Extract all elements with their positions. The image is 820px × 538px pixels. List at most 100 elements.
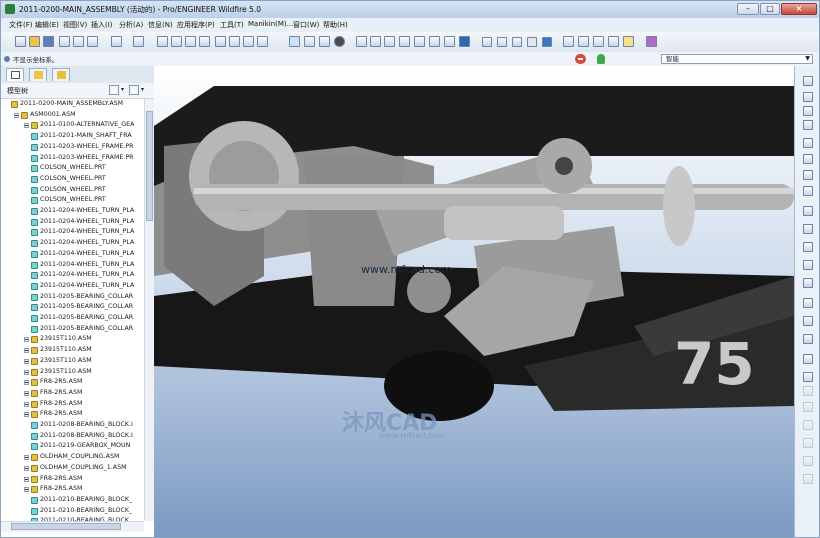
datum-points-icon[interactable] [593,36,604,47]
tree-item-assembly[interactable]: FR8-2RS.ASM [1,399,141,410]
expand-icon[interactable] [24,465,29,471]
tree-item-part[interactable]: 2011-0210-BEARING_BLOCK_ [1,506,141,517]
scrollbar-thumb[interactable] [11,523,121,530]
view-manager-icon[interactable] [459,36,470,47]
draft-icon[interactable] [803,334,813,344]
menu-info[interactable]: 信息(N) [148,20,173,30]
chevron-down-icon[interactable]: ▾ [141,86,144,93]
enhanced-realism-icon[interactable] [542,37,552,47]
spin-center-icon[interactable] [304,36,315,47]
menu-applications[interactable]: 应用程序(P) [177,20,215,30]
context-help-icon[interactable] [646,36,657,47]
tree-item-part[interactable]: 2011-0203-WHEEL_FRAME.PR [1,153,141,164]
wireframe-icon[interactable] [482,37,492,47]
tree-item-assembly[interactable]: 2011-0200-MAIN_ASSEMBLY.ASM [1,99,141,110]
tree-item-assembly[interactable]: FR8-2RS.ASM [1,388,141,399]
expand-icon[interactable] [24,348,29,354]
expand-icon[interactable] [24,369,29,375]
minimize-button[interactable]: – [737,3,759,15]
hidden-line-icon[interactable] [497,37,507,47]
menu-insert[interactable]: 插入(I) [91,20,113,30]
tree-item-part[interactable]: 2011-0204-WHEEL_TURN_PLA [1,260,141,271]
trim-icon[interactable] [803,386,813,396]
tree-item-part[interactable]: 2011-0204-WHEEL_TURN_PLA [1,217,141,228]
axis-icon[interactable] [803,138,813,148]
close-button[interactable]: × [781,3,817,15]
tree-item-part[interactable]: 2011-0219-GEARBOX_MOUN [1,441,141,452]
expand-icon[interactable] [24,337,29,343]
scrollbar-thumb[interactable] [146,111,153,221]
expand-icon[interactable] [24,380,29,386]
no-hidden-icon[interactable] [512,37,522,47]
select-box-icon[interactable] [257,36,268,47]
maximize-button[interactable]: □ [760,3,780,15]
email-icon[interactable] [73,36,84,47]
selection-filter[interactable]: 智能 ▼ [661,54,813,64]
tree-item-assembly[interactable]: 2011-0100-ALTERNATIVE_GEA [1,120,141,131]
extrude-icon[interactable] [803,206,813,216]
tree-item-part[interactable]: 2011-0204-WHEEL_TURN_PLA [1,270,141,281]
tree-item-part[interactable]: 2011-0208-BEARING_BLOCK.I [1,420,141,431]
offset-icon[interactable] [803,438,813,448]
show-icon[interactable] [129,85,139,95]
csys-display-icon[interactable] [608,36,619,47]
tree-item-part[interactable]: 2011-0203-WHEEL_FRAME.PR [1,142,141,153]
redo-icon[interactable] [133,36,144,47]
tree-item-part[interactable]: 2011-0204-WHEEL_TURN_PLA [1,281,141,292]
tree-item-assembly[interactable]: FR8-2RS.ASM [1,474,141,485]
mirror-icon[interactable] [803,372,813,382]
annotation-icon[interactable] [803,170,813,180]
stop-icon[interactable] [575,54,586,64]
tree-item-assembly[interactable]: OLDHAM_COUPLING.ASM [1,452,141,463]
tree-horizontal-scrollbar[interactable] [1,521,144,532]
tree-item-part[interactable]: 2011-0204-WHEEL_TURN_PLA [1,249,141,260]
copy-icon[interactable] [171,36,182,47]
solidify-icon[interactable] [803,474,813,484]
annotation-display-icon[interactable] [623,36,634,47]
expand-icon[interactable] [24,412,29,418]
undo-icon[interactable] [111,36,122,47]
tree-item-assembly[interactable]: OLDHAM_COUPLING_1.ASM [1,463,141,474]
hole-icon[interactable] [803,242,813,252]
tree-item-part[interactable]: 2011-0204-WHEEL_TURN_PLA [1,206,141,217]
tree-item-part[interactable]: 2011-0205-BEARING_COLLAR [1,292,141,303]
zoom-in-icon[interactable] [370,36,381,47]
tree-item-part[interactable]: 2011-0204-WHEEL_TURN_PLA [1,227,141,238]
datum-point-icon[interactable] [803,76,813,86]
tree-item-assembly[interactable]: 23915T110.ASM [1,345,141,356]
tree-item-part[interactable]: 2011-0205-BEARING_COLLAR [1,313,141,324]
new-icon[interactable] [15,36,26,47]
expand-icon[interactable] [24,123,29,129]
menu-manikin[interactable]: Manikin(M)... [248,20,293,28]
csys-icon[interactable] [803,154,813,164]
line-icon[interactable] [803,106,813,116]
menu-analysis[interactable]: 分析(A) [119,20,143,30]
paste-special-icon[interactable] [199,36,210,47]
paste-icon[interactable] [185,36,196,47]
shell-icon[interactable] [803,298,813,308]
save-icon[interactable] [43,36,54,47]
menu-edit[interactable]: 编辑(E) [35,20,59,30]
tree-item-part[interactable]: COLSON_WHEEL.PRT [1,185,141,196]
menu-file[interactable]: 文件(F) [9,20,33,30]
shaded-icon[interactable] [527,37,537,47]
cut-icon[interactable] [157,36,168,47]
zoom-out-icon[interactable] [384,36,395,47]
refit-icon[interactable] [399,36,410,47]
open-icon[interactable] [29,36,40,47]
expand-icon[interactable] [24,358,29,364]
datum-planes-icon[interactable] [563,36,574,47]
tree-settings-icon[interactable] [109,85,119,95]
chevron-down-icon[interactable]: ▾ [121,86,124,93]
tree-item-part[interactable]: 2011-0204-WHEEL_TURN_PLA [1,238,141,249]
print-icon[interactable] [59,36,70,47]
tree-item-part[interactable]: 2011-0205-BEARING_COLLAR [1,324,141,335]
tree-item-part[interactable]: 2011-0205-BEARING_COLLAR [1,302,141,313]
expand-icon[interactable] [14,112,19,118]
menu-window[interactable]: 窗口(W) [293,20,319,30]
thicken-icon[interactable] [803,456,813,466]
menu-help[interactable]: 帮助(H) [323,20,348,30]
curve-icon[interactable] [803,120,813,130]
revolve-icon[interactable] [803,224,813,234]
pattern-icon[interactable] [803,354,813,364]
